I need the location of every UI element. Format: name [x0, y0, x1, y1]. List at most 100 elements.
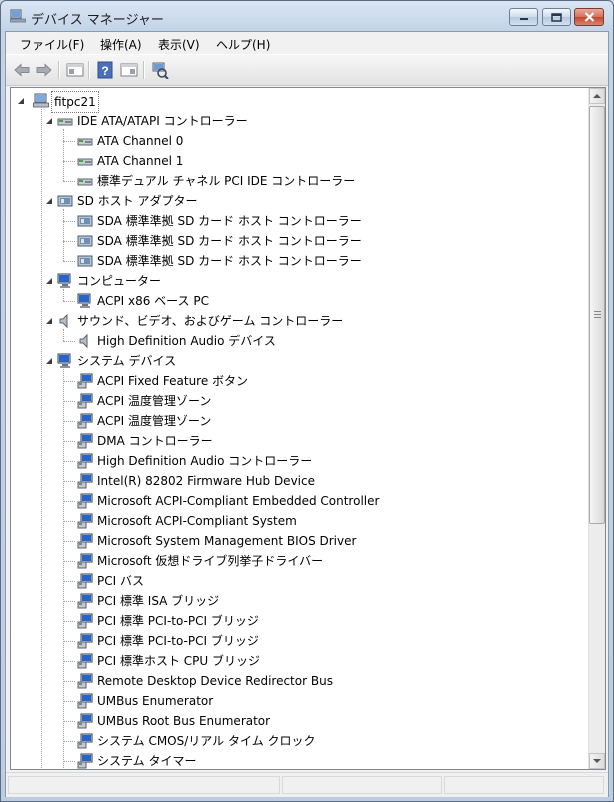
- device-tree[interactable]: fitpc21 IDE ATA/ATAPI コントローラー ATA Channel …: [10, 87, 606, 770]
- tree-connector-line: [63, 341, 75, 342]
- help-icon: ?: [97, 61, 113, 79]
- tree-device-label: ACPI 温度管理ゾーン: [97, 394, 212, 408]
- system-device-icon: [77, 613, 93, 629]
- expand-arrow-icon[interactable]: [45, 277, 53, 285]
- tree-connector-line: [63, 561, 75, 562]
- tree-device-label: システム CMOS/リアル タイム クロック: [97, 734, 316, 748]
- menu-file[interactable]: ファイル(F): [20, 36, 84, 53]
- back-arrow-icon: [14, 63, 30, 77]
- tree-device-label: SDA 標準準拠 SD カード ホスト コントローラー: [97, 254, 362, 268]
- toolbar-separator: [143, 61, 145, 79]
- menu-action[interactable]: 操作(A): [100, 36, 142, 53]
- system-device-icon: [77, 733, 93, 749]
- scroll-up-button[interactable]: [589, 88, 605, 104]
- expand-arrow-icon[interactable]: [45, 357, 53, 365]
- tree-device-label: High Definition Audio デバイス: [97, 334, 276, 348]
- forward-arrow-icon: [36, 63, 52, 77]
- tree-connector-line: [63, 601, 75, 602]
- system-device-icon: [77, 433, 93, 449]
- menu-view[interactable]: 表示(V): [158, 36, 200, 53]
- properties-icon: [66, 63, 84, 77]
- menu-help[interactable]: ヘルプ(H): [216, 36, 270, 53]
- scroll-down-button[interactable]: [589, 753, 605, 769]
- toolbar-separator: [88, 61, 90, 79]
- tree-connector-line: [63, 141, 75, 142]
- tree-device-label: UMBus Enumerator: [97, 694, 214, 708]
- tree-connector-line: [63, 761, 75, 762]
- tree-connector-line: [63, 181, 75, 182]
- sd-host-icon: [77, 255, 93, 267]
- tree-connector-line: [41, 109, 42, 769]
- system-device-icon: [77, 633, 93, 649]
- view-button[interactable]: [119, 60, 139, 80]
- monitor-icon: [77, 293, 91, 308]
- tree-connector-line: [63, 369, 64, 769]
- tree-connector-line: [63, 661, 75, 662]
- tree-root-label: fitpc21: [51, 91, 99, 113]
- back-button[interactable]: [12, 60, 32, 80]
- tree-connector-line: [63, 541, 75, 542]
- scan-hardware-button[interactable]: [150, 60, 170, 80]
- system-device-icon: [77, 393, 93, 409]
- expand-arrow-icon[interactable]: [45, 197, 53, 205]
- tree-connector-line: [63, 381, 75, 382]
- tree-device-label: ATA Channel 1: [97, 154, 184, 168]
- tree-connector-line: [63, 501, 75, 502]
- tree-category-label: IDE ATA/ATAPI コントローラー: [77, 114, 248, 128]
- expand-arrow-icon[interactable]: [45, 317, 53, 325]
- chevron-down-icon: [593, 759, 601, 763]
- toolbar: ?: [6, 54, 608, 86]
- device-manager-icon: [10, 9, 26, 23]
- expand-arrow-icon[interactable]: [45, 117, 53, 125]
- tree-device-label: Microsoft System Management BIOS Driver: [97, 534, 357, 548]
- tree-connector-line: [63, 209, 64, 261]
- vertical-scrollbar[interactable]: [588, 88, 605, 769]
- system-device-icon: [77, 373, 93, 389]
- system-device-icon: [77, 553, 93, 569]
- tree-device-label: PCI バス: [97, 574, 144, 588]
- system-device-icon: [77, 753, 93, 769]
- close-icon: [584, 12, 594, 22]
- forward-button[interactable]: [34, 60, 54, 80]
- tree-connector-line: [63, 481, 75, 482]
- tree-device-label: Microsoft 仮想ドライブ列挙子ドライバー: [97, 554, 324, 568]
- tree-connector-line: [63, 701, 75, 702]
- tree-category-label: コンピューター: [77, 274, 162, 288]
- tree-connector-line: [63, 261, 75, 262]
- expand-arrow-icon[interactable]: [17, 97, 25, 105]
- tree-device-label: ATA Channel 0: [97, 134, 184, 148]
- tree-connector-line: [63, 221, 75, 222]
- tree-connector-line: [63, 461, 75, 462]
- tree-connector-line: [63, 521, 75, 522]
- sd-host-icon: [57, 195, 73, 207]
- monitor-icon: [57, 353, 71, 368]
- title-bar[interactable]: デバイス マネージャー: [1, 1, 613, 31]
- ide-controller-icon: [77, 178, 93, 186]
- maximize-icon: [551, 12, 562, 22]
- help-button[interactable]: ?: [95, 60, 115, 80]
- ide-controller-icon: [57, 118, 73, 126]
- minimize-button[interactable]: [509, 8, 538, 26]
- tree-device-label: ACPI Fixed Feature ボタン: [97, 374, 249, 388]
- minimize-icon: [519, 18, 528, 20]
- status-pane: [444, 776, 604, 794]
- svg-text:?: ?: [101, 64, 108, 78]
- tree-connector-line: [63, 241, 75, 242]
- scroll-thumb[interactable]: [589, 106, 605, 524]
- maximize-button[interactable]: [542, 8, 571, 26]
- tree-connector-line: [63, 401, 75, 402]
- system-device-icon: [77, 513, 93, 529]
- scan-hardware-icon: [152, 62, 169, 79]
- computer-icon: [33, 93, 49, 108]
- status-pane: [8, 776, 280, 794]
- properties-button[interactable]: [65, 60, 85, 80]
- monitor-icon: [57, 273, 71, 288]
- tree-connector-line: [63, 641, 75, 642]
- close-button[interactable]: [574, 8, 604, 26]
- tree-device-label: SDA 標準準拠 SD カード ホスト コントローラー: [97, 214, 362, 228]
- tree-device-label: PCI 標準ホスト CPU ブリッジ: [97, 654, 260, 668]
- device-manager-window: デバイス マネージャー ファイル(F) 操作(A) 表示(V) ヘルプ(H) ?…: [0, 0, 614, 802]
- tree-connector-line: [63, 741, 75, 742]
- tree-device-label: UMBus Root Bus Enumerator: [97, 714, 271, 728]
- tree-category-label: システム デバイス: [77, 354, 177, 368]
